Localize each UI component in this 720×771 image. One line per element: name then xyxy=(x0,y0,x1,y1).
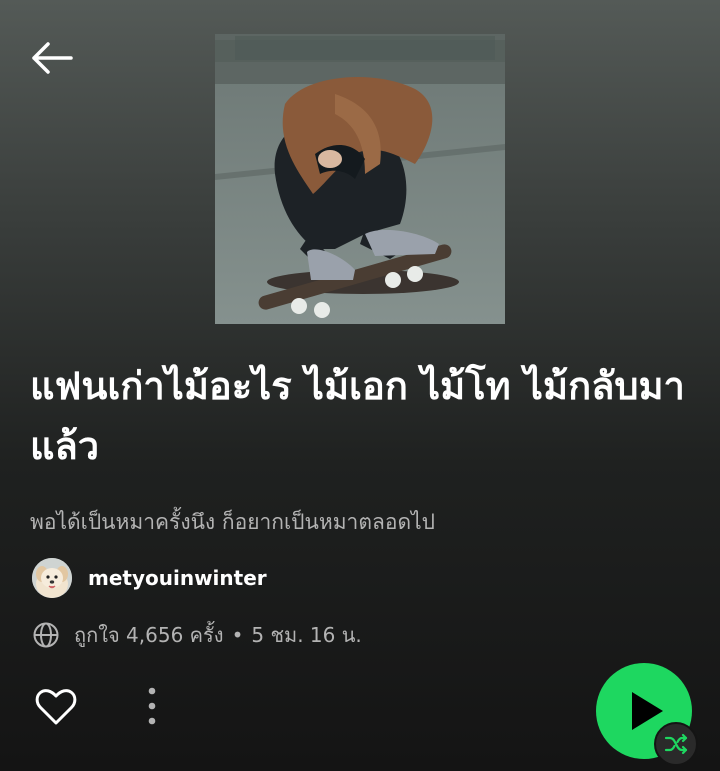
meta-separator: • xyxy=(231,623,244,647)
dog-avatar-image xyxy=(32,558,72,598)
more-options-button[interactable] xyxy=(138,684,166,730)
playlist-meta: ถูกใจ 4,656 ครั้ง • 5 ชม. 16 น. xyxy=(32,618,362,652)
owner-name: metyouinwinter xyxy=(88,566,267,590)
owner-avatar xyxy=(32,558,72,598)
arrow-left-icon xyxy=(32,42,73,74)
total-duration: 5 ชม. 16 น. xyxy=(251,623,362,647)
globe-icon xyxy=(33,622,59,648)
cover-illustration xyxy=(215,34,505,324)
shuffle-toggle[interactable] xyxy=(654,722,698,766)
playlist-description: พอได้เป็นหมาครั้งนึง ก็อยากเป็นหมาตลอดไป xyxy=(30,510,435,534)
more-vertical-icon xyxy=(148,687,156,725)
back-button[interactable] xyxy=(26,38,76,78)
shuffle-icon xyxy=(664,733,688,755)
heart-outline-icon xyxy=(35,689,77,725)
playlist-owner[interactable]: metyouinwinter xyxy=(32,558,267,598)
likes-count: ถูกใจ 4,656 ครั้ง xyxy=(74,623,224,647)
like-button[interactable] xyxy=(33,684,79,730)
playlist-title: แฟนเก่าไม้อะไร ไม้เอก ไม้โท ไม้กลับมาแล้… xyxy=(30,364,685,468)
playlist-cover xyxy=(215,34,505,324)
